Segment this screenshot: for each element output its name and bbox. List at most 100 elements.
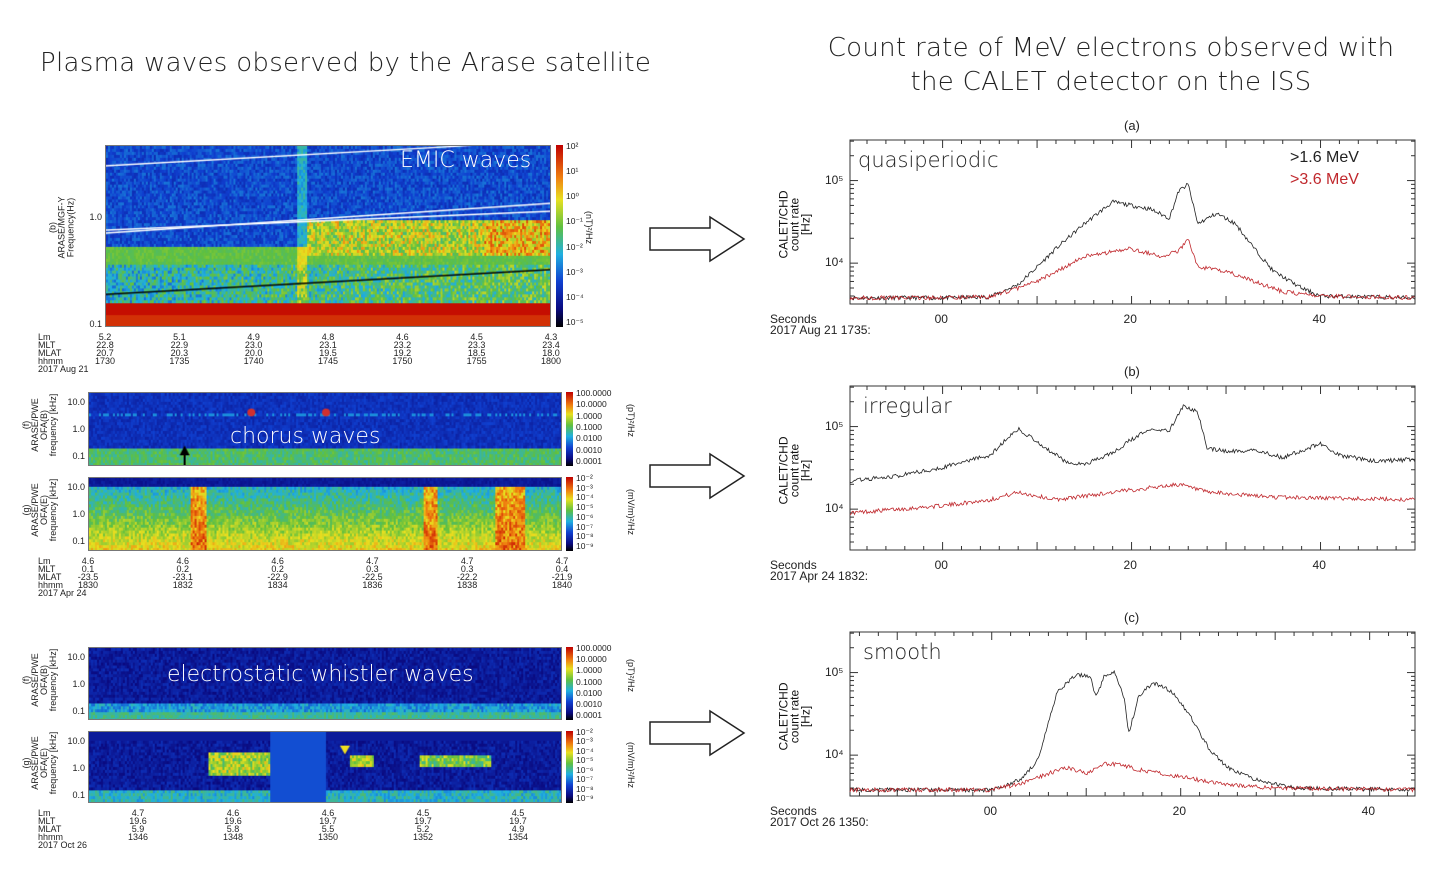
y-tick-label: 1.0 xyxy=(72,679,85,689)
ephemeris-value: 1346 xyxy=(127,832,149,842)
y-axis-label: CALET/CHD count rate [Hz] xyxy=(777,657,813,777)
y-tick-label: 10.0 xyxy=(67,736,85,746)
colorbar-tick-label: 10⁻⁵ xyxy=(576,755,594,766)
colorbar xyxy=(566,477,573,551)
right-title-line1: Count rate of MeV electrons observed wit… xyxy=(827,33,1395,63)
y-tick-label: 10⁵ xyxy=(825,172,844,187)
colorbar-tick-label: 0.0100 xyxy=(576,687,602,698)
y-axis-label: (g) ARASE/PWE OFA(E) frequency [kHz] xyxy=(21,703,58,823)
colorbar-unit-label: (pT)²/Hz xyxy=(626,404,636,437)
colorbar-tick-label: 1.0000 xyxy=(576,410,602,421)
x-tick-label: 40 xyxy=(1361,804,1375,818)
colorbar-tick-label: 0.0100 xyxy=(576,433,602,444)
colorbar-tick-label: 10⁻⁴ xyxy=(576,492,594,503)
series-line-1 xyxy=(849,238,1415,302)
colorbar-tick-label: 10⁻² xyxy=(566,241,583,252)
y-axis-label: (b) ARASE/MGF-Y Frequency(Hz) xyxy=(47,168,75,288)
colorbar-unit-label: (pT)²/Hz xyxy=(626,658,636,692)
spectrogram-chorus-g xyxy=(88,477,562,551)
time-origin-label: 2017 Aug 21 1735: xyxy=(770,323,871,337)
y-tick-label: 0.1 xyxy=(89,319,102,329)
series-line-1 xyxy=(849,482,1415,516)
colorbar-tick-label: 1.0000 xyxy=(576,665,602,676)
panel-label: (a) xyxy=(1124,118,1140,133)
y-tick-label: 1.0 xyxy=(72,424,85,434)
series-line-0 xyxy=(849,182,1415,302)
colorbar-tick-label: 10¹ xyxy=(566,166,579,177)
ephemeris-value: 1745 xyxy=(317,356,339,366)
y-axis-label-line: Frequency(Hz) xyxy=(65,197,75,258)
arrow-icon xyxy=(649,709,746,757)
ephemeris-value: 1730 xyxy=(94,356,116,366)
ephemeris-value: 1348 xyxy=(222,832,244,842)
right-title-line2: the CALET detector on the ISS xyxy=(910,67,1312,97)
chart-annotation: smooth xyxy=(863,640,942,664)
right-title: Count rate of MeV electrons observed wit… xyxy=(791,31,1431,99)
arrow-icon xyxy=(649,215,746,263)
y-tick-label: 10.0 xyxy=(67,482,85,492)
ephemeris-value: 1740 xyxy=(243,356,264,366)
colorbar-tick-label: 10.0000 xyxy=(576,654,607,665)
x-tick-label: 40 xyxy=(1312,558,1326,572)
x-tick-label: 00 xyxy=(934,558,948,572)
ephemeris-value: 1755 xyxy=(466,356,487,366)
colorbar-unit-label: (mV/m)²/Hz xyxy=(626,489,636,535)
x-tick-label: 00 xyxy=(983,804,998,818)
chart-annotation: irregular xyxy=(863,394,952,418)
ephemeris-value: 1834 xyxy=(267,580,288,590)
colorbar-tick-label: 0.0001 xyxy=(576,710,602,720)
colorbar-tick-label: 10⁻⁵ xyxy=(576,502,594,513)
colorbar xyxy=(566,392,573,466)
x-tick-label: 40 xyxy=(1312,312,1326,326)
y-axis-label-line: [Hz] xyxy=(798,459,813,482)
wave-type-label: chorus waves xyxy=(230,424,381,449)
x-tick-label: 00 xyxy=(934,312,948,326)
ephemeris-value: 1750 xyxy=(392,356,413,366)
x-tick-label: 20 xyxy=(1172,804,1187,818)
colorbar xyxy=(556,145,563,327)
legend-entry: >1.6 MeV xyxy=(1290,149,1359,166)
colorbar-tick-label: 10⁻⁸ xyxy=(576,531,594,542)
colorbar xyxy=(566,647,573,720)
y-tick-label: 0.1 xyxy=(72,790,85,800)
wave-type-label: EMIC waves xyxy=(400,148,532,173)
colorbar-tick-label: 10⁻⁹ xyxy=(576,793,594,803)
colorbar-tick-label: 10⁻⁴ xyxy=(566,291,584,302)
ephemeris-value: 1352 xyxy=(412,832,434,842)
y-tick-label: 10.0 xyxy=(67,397,85,407)
spectrogram-esw-g xyxy=(88,731,562,803)
ephemeris-value: 1830 xyxy=(77,580,99,590)
y-tick-label: 0.1 xyxy=(72,536,85,546)
colorbar-tick-label: 0.0010 xyxy=(576,444,602,455)
y-tick-label: 10.0 xyxy=(67,652,85,662)
y-tick-label: 10⁵ xyxy=(825,664,844,679)
colorbar-tick-label: 100.0000 xyxy=(576,388,612,398)
wave-type-label: electrostatic whistler waves xyxy=(167,662,474,687)
y-axis-label: CALET/CHD count rate [Hz] xyxy=(777,165,813,285)
panel-label: (b) xyxy=(1124,364,1140,379)
colorbar-tick-label: 10⁰ xyxy=(566,191,579,202)
colorbar-tick-label: 0.1000 xyxy=(576,422,602,432)
colorbar-tick-label: 10⁻⁶ xyxy=(576,511,594,522)
x-tick-label: 20 xyxy=(1123,312,1137,326)
colorbar-tick-label: 10⁻³ xyxy=(566,266,583,277)
colorbar-unit-label: (mV/m)²/Hz xyxy=(626,742,636,788)
colorbar-tick-label: 10⁻¹ xyxy=(566,216,583,227)
y-tick-label: 10⁴ xyxy=(825,747,844,762)
ephemeris-value: 1350 xyxy=(317,832,339,842)
colorbar-tick-label: 0.1000 xyxy=(576,676,602,687)
colorbar-tick-label: 10⁻² xyxy=(576,473,593,483)
ephemeris-value: 1800 xyxy=(540,356,562,366)
ephemeris-date: 2017 Apr 24 xyxy=(38,588,87,598)
chart-annotation: quasiperiodic xyxy=(858,148,999,172)
series-line-0 xyxy=(849,669,1415,793)
colorbar xyxy=(566,731,573,803)
colorbar-tick-label: 0.0001 xyxy=(576,456,602,466)
x-tick-label: 20 xyxy=(1123,558,1137,572)
colorbar-tick-label: 10² xyxy=(566,141,579,151)
left-title: Plasma waves observed by the Arase satel… xyxy=(40,48,652,78)
arrow-icon xyxy=(649,452,746,500)
ephemeris-value: 1735 xyxy=(169,356,190,366)
legend-entry: >3.6 MeV xyxy=(1290,171,1359,188)
y-tick-label: 0.1 xyxy=(72,706,85,716)
